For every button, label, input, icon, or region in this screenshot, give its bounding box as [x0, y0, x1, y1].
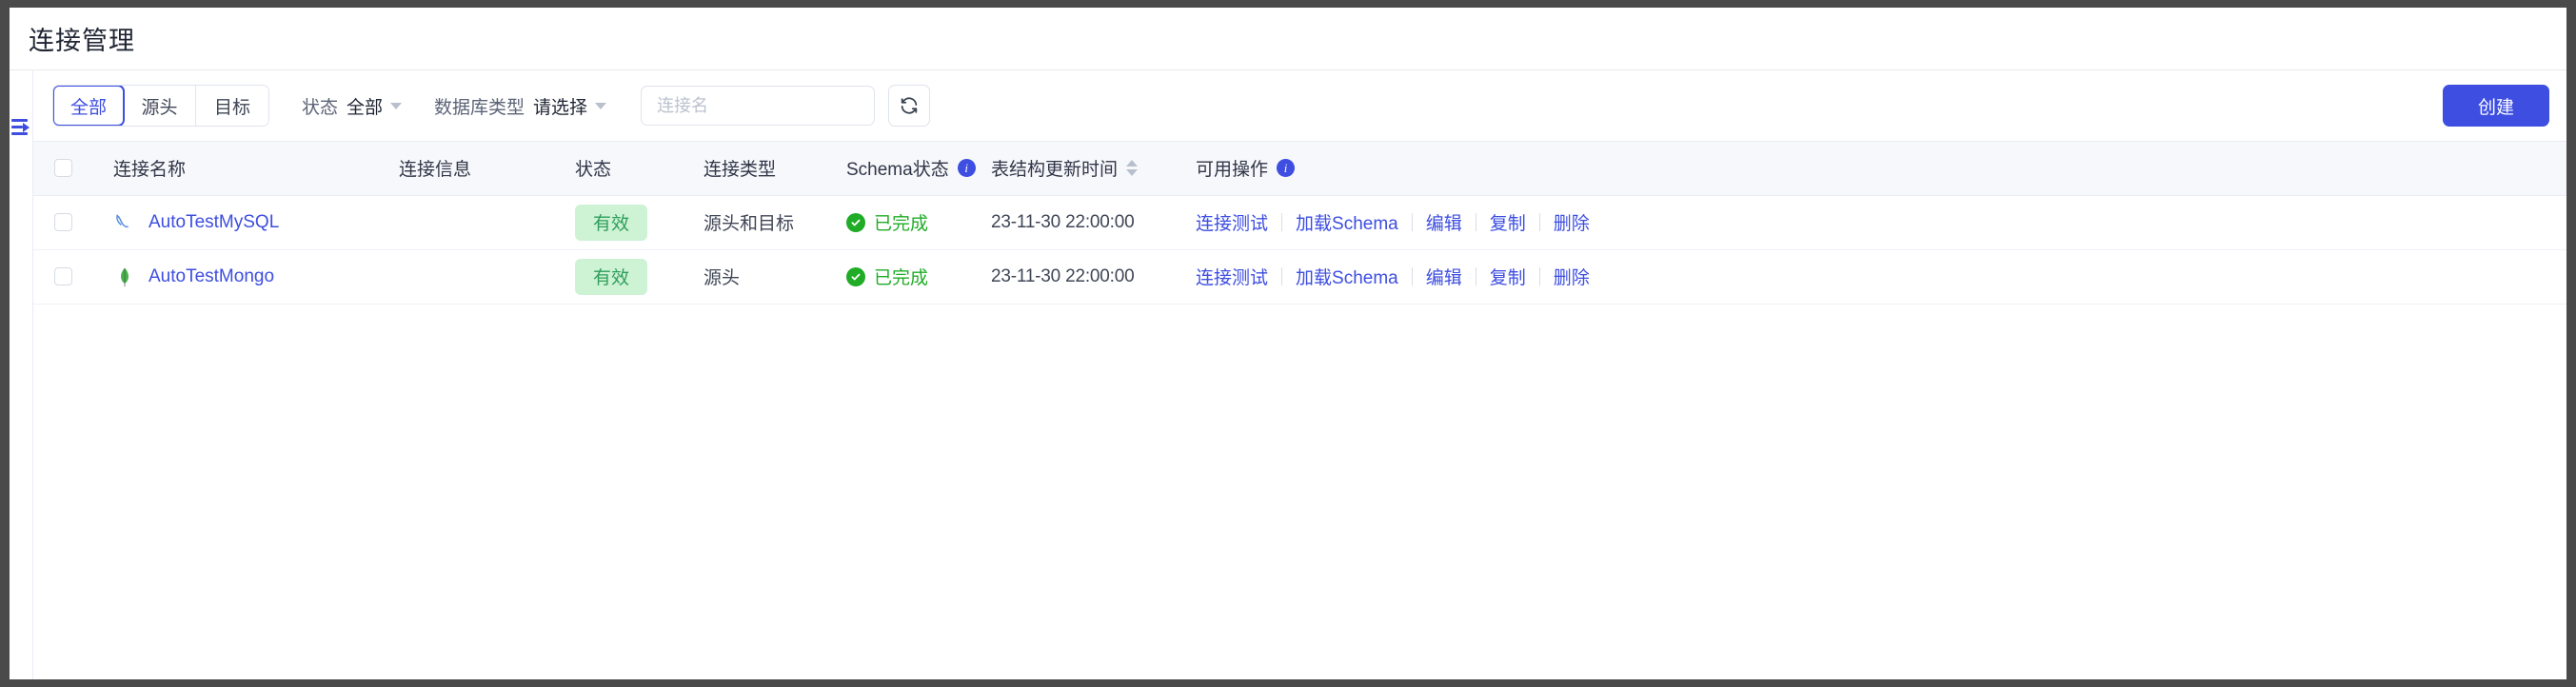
header-ops-label: 可用操作 — [1196, 160, 1269, 181]
op-load-schema[interactable]: 加载Schema — [1282, 264, 1412, 289]
status-filter-value[interactable]: 全部 — [347, 93, 383, 119]
dbtype-filter: 数据库类型 请选择 — [434, 93, 607, 119]
row-select-cell — [33, 195, 100, 249]
connections-table-wrapper: 连接名称 连接信息 状态 连接类型 Schema状态 i 表结构更新时间 可用操… — [33, 141, 2566, 679]
sidebar-icon-line-2 — [11, 126, 23, 128]
op-copy[interactable]: 复制 — [1476, 264, 1539, 289]
tab-source[interactable]: 源头 — [124, 86, 196, 126]
connection-name-link[interactable]: AutoTestMongo — [149, 266, 274, 287]
row-state-cell: 有效 — [575, 249, 703, 304]
check-icon — [851, 219, 861, 226]
sidebar-icon-line-1 — [11, 119, 28, 122]
op-edit[interactable]: 编辑 — [1413, 264, 1476, 289]
table-empty-area — [33, 304, 2566, 679]
op-copy[interactable]: 复制 — [1476, 209, 1539, 235]
sort-desc-icon — [1126, 169, 1139, 177]
tab-target[interactable]: 目标 — [196, 86, 268, 126]
schema-status-text: 已完成 — [874, 214, 929, 234]
chevron-down-icon[interactable] — [390, 102, 403, 109]
table-header-row: 连接名称 连接信息 状态 连接类型 Schema状态 i 表结构更新时间 可用操… — [33, 142, 2566, 196]
header-type: 连接类型 — [703, 142, 846, 196]
scope-segmented-control: 全部 源头 目标 — [52, 85, 269, 127]
row-info-cell — [399, 249, 575, 304]
connection-management-window: 连接管理 全部 源头 目标 状态 全部 数据库类型 请选择 连接名 创建 连接名… — [10, 8, 2566, 679]
row-info-cell — [399, 195, 575, 249]
row-schema-cell: 已完成 — [846, 195, 991, 249]
header-info: 连接信息 — [399, 142, 575, 196]
row-checkbox[interactable] — [54, 267, 72, 285]
row-updated-at: 23-11-30 22:00:00 — [991, 211, 1135, 232]
row-schema-cell: 已完成 — [846, 249, 991, 304]
check-circle-icon — [846, 212, 865, 232]
header-state: 状态 — [575, 142, 703, 196]
schema-status-text: 已完成 — [874, 268, 929, 288]
info-icon[interactable]: i — [957, 159, 976, 178]
op-connection-test[interactable]: 连接测试 — [1196, 264, 1281, 289]
header-operations: 可用操作 i — [1196, 142, 2566, 196]
row-checkbox[interactable] — [54, 213, 72, 231]
sidebar-icon-arrow — [23, 123, 30, 132]
header-updated-at: 表结构更新时间 — [991, 142, 1196, 196]
row-operations-cell: 连接测试 加载Schema 编辑 复制 删除 — [1196, 249, 2566, 304]
table-head: 连接名称 连接信息 状态 连接类型 Schema状态 i 表结构更新时间 可用操… — [33, 142, 2566, 196]
status-badge: 有效 — [575, 258, 647, 295]
header-schema-label: Schema状态 — [846, 160, 949, 181]
row-select-cell — [33, 249, 100, 304]
table-row: AutoTestMySQL 有效 源头和目标 已完成 23-11-30 22:0… — [33, 195, 2566, 249]
check-circle-icon — [846, 266, 865, 286]
connections-table: 连接名称 连接信息 状态 连接类型 Schema状态 i 表结构更新时间 可用操… — [33, 142, 2566, 304]
sidebar-expand-icon[interactable] — [10, 116, 31, 139]
header-time-label: 表结构更新时间 — [991, 160, 1119, 181]
op-connection-test[interactable]: 连接测试 — [1196, 209, 1281, 235]
check-icon — [851, 273, 861, 280]
status-badge: 有效 — [575, 204, 647, 241]
refresh-icon — [901, 97, 918, 114]
op-delete[interactable]: 删除 — [1540, 264, 1603, 289]
sort-icon[interactable] — [1126, 160, 1139, 177]
sidebar-icon-line-3 — [11, 132, 28, 135]
status-filter: 状态 全部 — [302, 93, 403, 119]
info-icon[interactable]: i — [1277, 159, 1296, 178]
table-body: AutoTestMySQL 有效 源头和目标 已完成 23-11-30 22:0… — [33, 195, 2566, 304]
dbtype-filter-value[interactable]: 请选择 — [533, 93, 587, 119]
page-title: 连接管理 — [29, 27, 135, 55]
create-button[interactable]: 创建 — [2443, 85, 2549, 127]
mongodb-leaf-icon — [121, 267, 129, 286]
row-operations-cell: 连接测试 加载Schema 编辑 复制 删除 — [1196, 195, 2566, 249]
row-type-cell: 源头和目标 — [703, 214, 795, 234]
row-name-cell: AutoTestMySQL — [100, 195, 399, 249]
row-state-cell: 有效 — [575, 195, 703, 249]
op-edit[interactable]: 编辑 — [1413, 209, 1476, 235]
sort-asc-icon — [1126, 160, 1139, 167]
chevron-down-icon[interactable] — [595, 102, 607, 109]
select-all-checkbox[interactable] — [54, 159, 72, 178]
table-row: AutoTestMongo 有效 源头 已完成 23-11-30 22:00:0… — [33, 249, 2566, 304]
status-filter-label: 状态 — [302, 97, 339, 118]
header-schema-status: Schema状态 i — [846, 142, 991, 196]
header-name: 连接名称 — [100, 142, 399, 196]
connection-name-link[interactable]: AutoTestMySQL — [149, 212, 279, 233]
search-box — [641, 86, 876, 126]
left-rail — [10, 70, 33, 679]
filter-toolbar: 全部 源头 目标 状态 全部 数据库类型 请选择 连接名 创建 — [33, 70, 2566, 141]
header-select-all — [33, 142, 100, 196]
row-type-cell: 源头 — [703, 268, 741, 288]
row-updated-at: 23-11-30 22:00:00 — [991, 265, 1135, 286]
row-name-cell: AutoTestMongo — [100, 249, 399, 304]
mysql-dolphin-icon — [116, 214, 129, 227]
op-delete[interactable]: 删除 — [1540, 209, 1603, 235]
tab-all[interactable]: 全部 — [53, 86, 125, 126]
dbtype-filter-label: 数据库类型 — [434, 97, 525, 118]
page-header: 连接管理 — [10, 8, 2566, 70]
body-area: 全部 源头 目标 状态 全部 数据库类型 请选择 连接名 创建 连接名称 连接信… — [10, 70, 2566, 679]
content-column: 全部 源头 目标 状态 全部 数据库类型 请选择 连接名 创建 连接名称 连接信… — [33, 70, 2566, 679]
search-input[interactable] — [655, 94, 862, 117]
op-load-schema[interactable]: 加载Schema — [1282, 209, 1412, 235]
refresh-button[interactable] — [888, 85, 931, 127]
